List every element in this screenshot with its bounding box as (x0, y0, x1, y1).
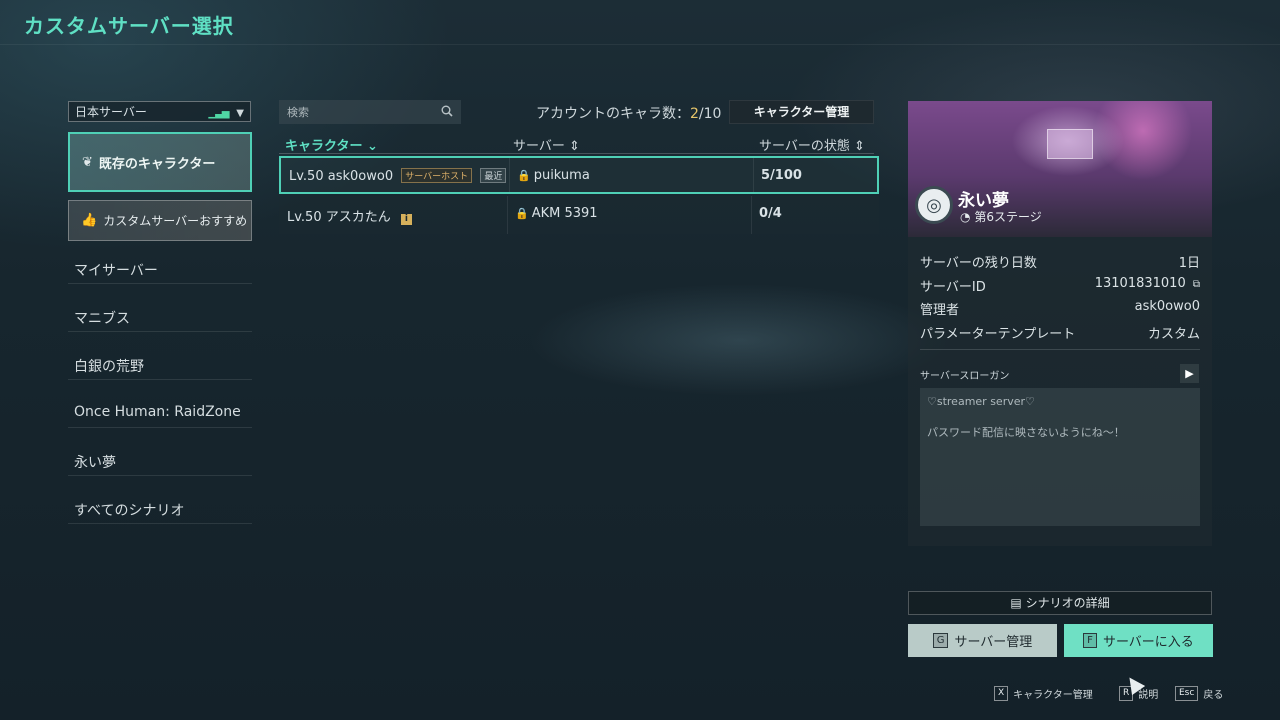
sidebar-item-my-server[interactable]: マイサーバー (68, 260, 252, 284)
server-stage: ◔ 第6ステージ (960, 208, 1042, 225)
slogan-line: パスワード配信に映さないようにね〜！ (927, 426, 1125, 439)
table-header-divider (279, 153, 874, 154)
server-stage-label: 第6ステージ (974, 210, 1042, 224)
column-divider (753, 158, 754, 192)
keycap-x: X (994, 686, 1009, 701)
info-label: パラメーターテンプレート (920, 327, 1076, 342)
enter-server-button[interactable]: F サーバーに入る (1064, 624, 1213, 657)
info-label: サーバーの残り日数 (920, 256, 1037, 271)
existing-characters-button[interactable]: ❦ 既存のキャラクター (68, 132, 252, 192)
scenario-detail-label: シナリオの詳細 (1025, 596, 1110, 610)
character-level: Lv.50 (289, 169, 324, 184)
character-cell: Lv.50 アスカたん i (287, 206, 412, 225)
server-manage-button[interactable]: G サーバー管理 (908, 624, 1057, 657)
server-cell: 🔒 AKM 5391 (515, 206, 598, 221)
server-name: AKM 5391 (531, 206, 598, 221)
sidebar-item-silver-wasteland[interactable]: 白銀の荒野 (68, 356, 252, 380)
server-banner-image (908, 101, 1212, 237)
region-label: 日本サーバー (75, 105, 147, 119)
wings-icon: ❦ (82, 154, 93, 170)
info-row-admin: 管理者 ask0owo0 (920, 299, 1200, 318)
info-divider (920, 349, 1200, 350)
slogan-title: サーバースローガン (920, 371, 1010, 382)
server-id-value: 13101831010 (1094, 276, 1186, 291)
character-manage-button[interactable]: キャラクター管理 (729, 100, 874, 124)
page-title: カスタムサーバー選択 (24, 14, 234, 38)
copy-icon[interactable]: ⧉ (1193, 279, 1200, 290)
hint-label: キャラクター管理 (1013, 690, 1093, 701)
chevron-down-icon: ▼ (236, 107, 244, 119)
search-input[interactable]: 検索 (279, 100, 461, 124)
search-icon (441, 105, 453, 120)
recommend-servers-button[interactable]: 👍 カスタムサーバーおすすめ (68, 200, 252, 241)
keycap-esc: Esc (1175, 686, 1199, 701)
info-icon[interactable]: i (400, 214, 412, 225)
document-icon: ▤ (1010, 596, 1022, 610)
recent-badge: 最近 (480, 168, 507, 183)
server-manage-label: サーバー管理 (954, 635, 1033, 650)
column-header-character[interactable]: キャラクター ⌄ (285, 135, 378, 154)
info-value: 13101831010 ⧉ (1095, 276, 1200, 291)
info-row-server-id: サーバーID 13101831010 ⧉ (920, 276, 1200, 295)
character-name: ask0owo0 (327, 169, 394, 184)
keycap-f: F (1083, 633, 1097, 648)
search-placeholder: 検索 (287, 106, 309, 119)
hint-label: 戻る (1203, 690, 1224, 701)
enter-server-label: サーバーに入る (1102, 635, 1194, 650)
column-header-server-state[interactable]: サーバーの状態 ⇕ (759, 135, 865, 154)
server-name: puikuma (533, 168, 590, 183)
sidebar-item-raidzone[interactable]: Once Human: RaidZone (68, 404, 252, 428)
hint-character-manage[interactable]: X キャラクター管理 (994, 686, 1093, 701)
header-divider (0, 44, 1280, 45)
column-header-server[interactable]: サーバー ⇕ (513, 135, 580, 154)
hint-back[interactable]: Esc 戻る (1175, 686, 1223, 701)
region-select[interactable]: 日本サーバー ▁▃▅ ▼ (68, 101, 251, 122)
table-row[interactable]: Lv.50 ask0owo0 サーバーホスト 最近 🔒 puikuma 5/100 (279, 156, 879, 194)
table-row[interactable]: Lv.50 アスカたん i 🔒 AKM 5391 0/4 (279, 196, 879, 234)
server-logo-icon: ◎ (915, 186, 953, 224)
recommend-servers-label: カスタムサーバーおすすめ (103, 214, 248, 228)
banner-screen (1047, 129, 1093, 159)
slogan-line: ♡streamer server♡ (927, 395, 1035, 408)
character-level: Lv.50 (287, 210, 322, 225)
column-divider (751, 196, 752, 234)
lock-icon: 🔒 (515, 207, 529, 220)
slogan-box: ♡streamer server♡ パスワード配信に映さないようにね〜！ (920, 388, 1200, 526)
info-value: 1日 (1178, 256, 1200, 271)
server-host-badge: サーバーホスト (401, 168, 473, 183)
info-label: 管理者 (920, 303, 960, 318)
thumbs-up-icon: 👍 (81, 213, 98, 228)
account-character-count: アカウントのキャラ数：2/10 (536, 103, 721, 123)
character-name: アスカたん (325, 210, 391, 225)
server-state: 5/100 (761, 168, 802, 183)
info-label: サーバーID (920, 280, 986, 295)
scenario-detail-button[interactable]: ▤ シナリオの詳細 (908, 591, 1212, 615)
column-divider (509, 158, 510, 192)
info-value: カスタム (1147, 327, 1200, 342)
existing-characters-label: 既存のキャラクター (98, 156, 216, 172)
signal-icon: ▁▃▅ (208, 107, 229, 119)
sidebar-item-manibus[interactable]: マニブス (68, 308, 252, 332)
account-count-label: アカウントのキャラ数： (536, 106, 690, 122)
account-count-current: 2 (690, 106, 699, 122)
sidebar-item-all-scenarios[interactable]: すべてのシナリオ (68, 500, 252, 524)
lock-icon: 🔒 (517, 169, 531, 182)
sidebar-item-eternal-dream[interactable]: 永い夢 (68, 452, 252, 476)
info-row-remaining-days: サーバーの残り日数 1日 (920, 252, 1200, 271)
info-row-parameter-template: パラメーターテンプレート カスタム (920, 323, 1200, 342)
column-divider (507, 196, 508, 234)
chevron-right-icon[interactable]: ▶ (1180, 364, 1199, 383)
server-state: 0/4 (759, 206, 782, 221)
account-count-max: /10 (698, 106, 722, 122)
keycap-g: G (932, 633, 949, 648)
character-cell: Lv.50 ask0owo0 サーバーホスト 最近 (289, 168, 507, 184)
info-value: ask0owo0 (1134, 299, 1200, 314)
table-header: キャラクター ⌄ サーバー ⇕ サーバーの状態 ⇕ (279, 133, 874, 154)
server-cell: 🔒 puikuma (517, 168, 590, 183)
clock-icon: ◔ (960, 210, 971, 224)
